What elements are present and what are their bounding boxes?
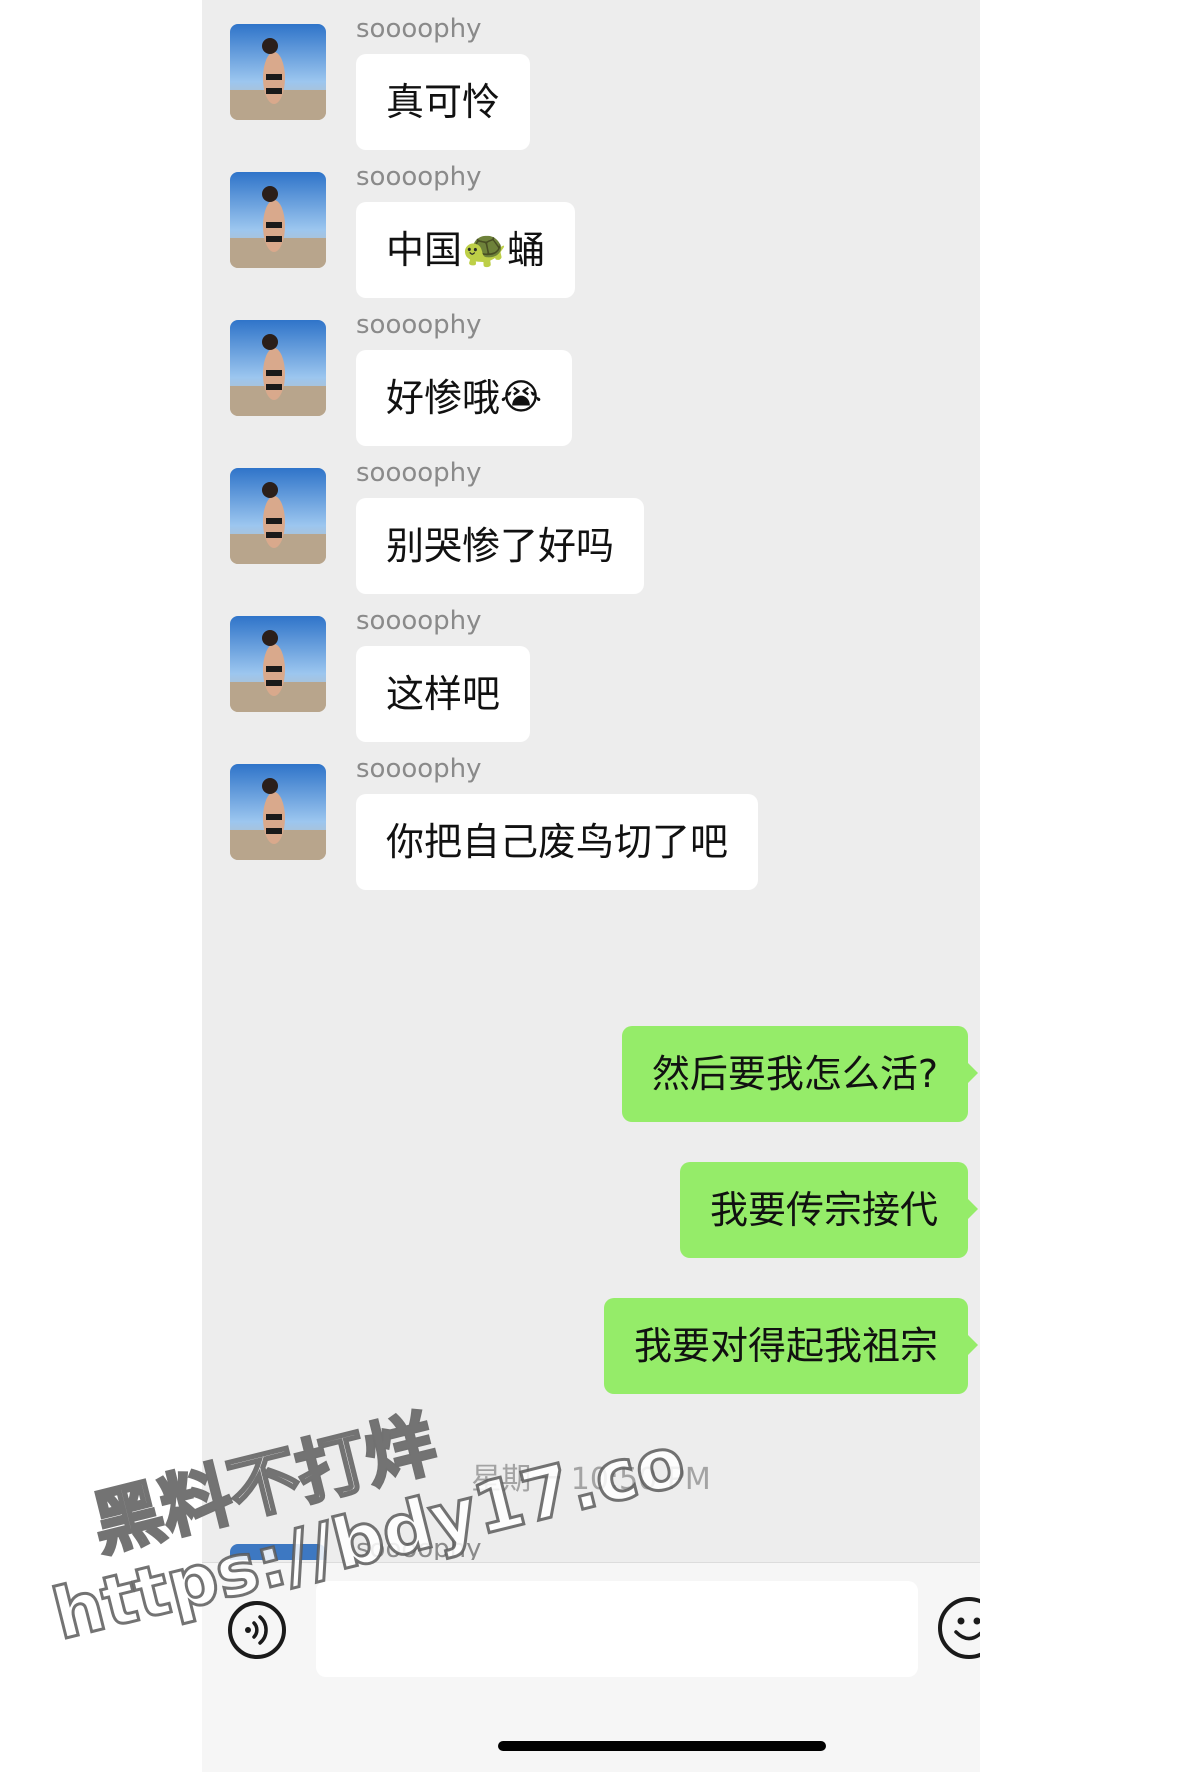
sender-name: soooophy — [356, 458, 482, 488]
incoming-message[interactable]: 真可怜 — [356, 54, 531, 150]
message-text: 真可怜 — [386, 80, 501, 124]
message-text: 这样吧 — [386, 672, 501, 716]
sender-name: soooophy — [356, 14, 482, 44]
message-row: soooophy 中国🐢蛹 — [202, 148, 980, 298]
voice-button[interactable] — [228, 1601, 286, 1659]
voice-icon — [245, 1615, 268, 1645]
avatar[interactable] — [230, 764, 326, 860]
sender-name: soooophy — [356, 606, 482, 636]
message-text: 中国 — [386, 228, 463, 272]
outgoing-message[interactable]: 然后要我怎么活? — [621, 1026, 979, 1122]
avatar[interactable] — [230, 320, 326, 416]
message-text: 别哭惨了好吗 — [386, 524, 615, 568]
emoji-button[interactable] — [938, 1597, 980, 1659]
sender-name: soooophy — [356, 1534, 482, 1560]
message-text: 我要对得起我祖宗 — [633, 1324, 938, 1368]
crying-face-icon: 😭 — [500, 377, 543, 418]
sender-name: soooophy — [356, 754, 482, 784]
smiley-icon — [954, 1617, 980, 1641]
incoming-message[interactable]: 好惨哦😭 — [356, 350, 573, 446]
message-text: 好惨哦 — [386, 376, 501, 420]
message-row: soooophy 好惨哦😭 — [202, 296, 980, 446]
avatar[interactable] — [230, 1544, 326, 1560]
timestamp: 星期一 10:50 PM — [471, 1462, 711, 1497]
message-input[interactable] — [316, 1581, 918, 1677]
chat-screen: soooophy 真可怜 soooophy 中国🐢蛹 soooophy 好惨哦😭… — [202, 0, 980, 1772]
turtle-icon: 🐢 — [462, 229, 507, 270]
sender-name: soooophy — [356, 162, 482, 192]
partial-message-row: soooophy — [202, 1520, 980, 1560]
incoming-message[interactable]: 这样吧 — [356, 646, 531, 742]
message-row: soooophy 你把自己废鸟切了吧 — [202, 740, 980, 890]
incoming-message[interactable]: 你把自己废鸟切了吧 — [356, 794, 759, 890]
message-text: 蛹 — [506, 228, 545, 272]
avatar[interactable] — [230, 172, 326, 268]
outgoing-message[interactable]: 我要传宗接代 — [679, 1162, 979, 1258]
home-indicator — [498, 1741, 826, 1751]
message-row: soooophy 真可怜 — [202, 0, 980, 150]
avatar[interactable] — [230, 468, 326, 564]
message-text: 然后要我怎么活? — [651, 1052, 938, 1096]
outgoing-message[interactable]: 我要对得起我祖宗 — [603, 1298, 979, 1394]
message-text: 你把自己废鸟切了吧 — [386, 820, 729, 864]
incoming-message[interactable]: 别哭惨了好吗 — [356, 498, 645, 594]
message-row: soooophy 别哭惨了好吗 — [202, 444, 980, 594]
incoming-message[interactable]: 中国🐢蛹 — [356, 202, 575, 298]
sender-name: soooophy — [356, 310, 482, 340]
message-text: 我要传宗接代 — [709, 1188, 938, 1232]
avatar[interactable] — [230, 616, 326, 712]
input-bar — [202, 1562, 980, 1772]
message-row: soooophy 这样吧 — [202, 592, 980, 742]
avatar[interactable] — [230, 24, 326, 120]
